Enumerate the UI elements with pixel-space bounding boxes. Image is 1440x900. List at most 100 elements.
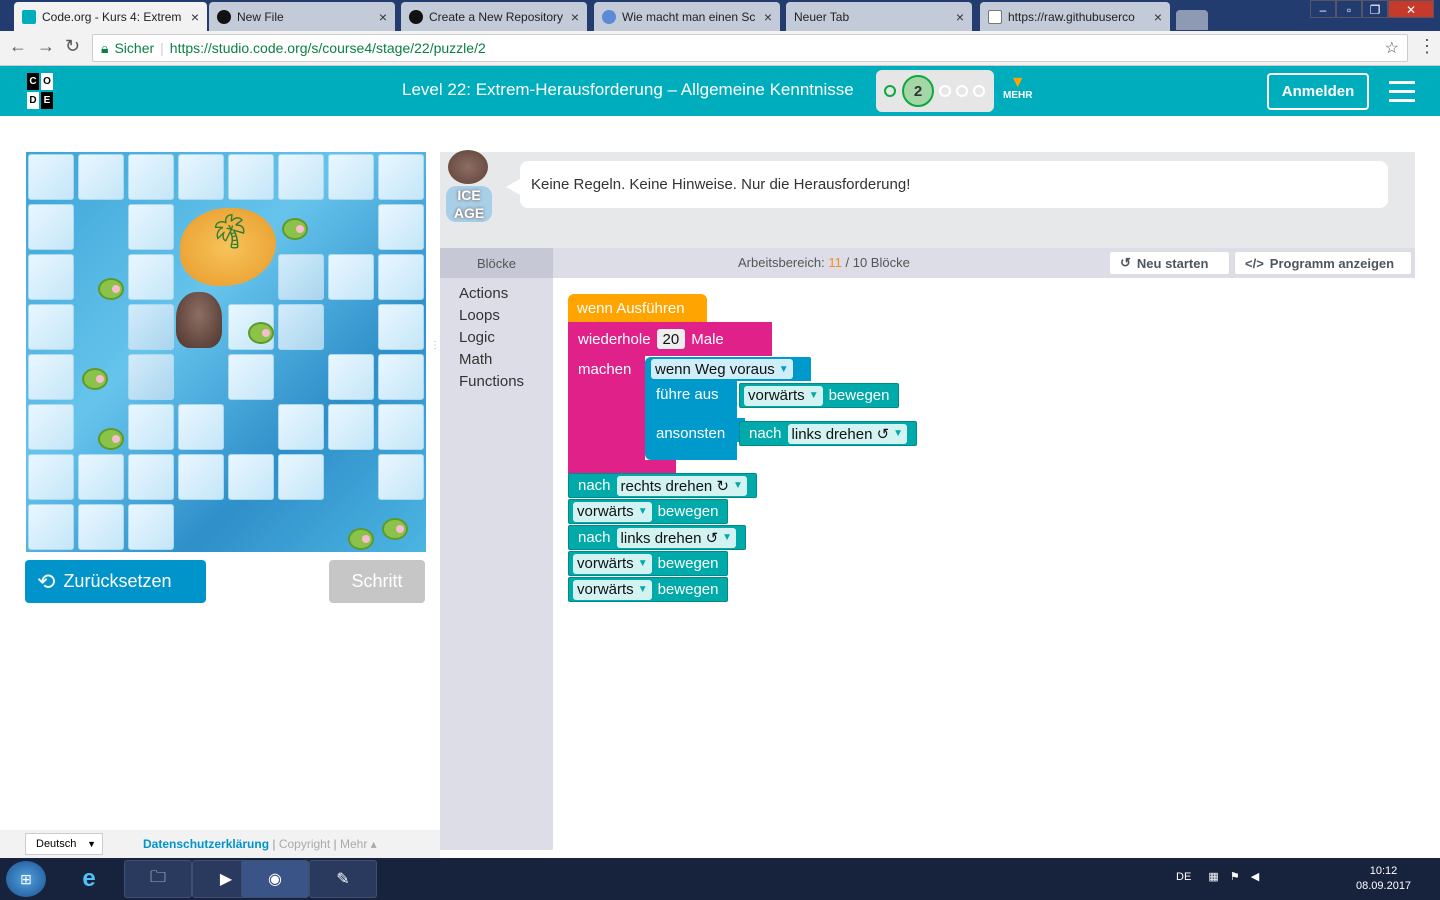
menu-dots-icon[interactable]: ⋮ [1418, 36, 1436, 57]
caret-down-icon: ▼ [637, 584, 648, 595]
language-select[interactable]: Deutsch ▼ [25, 833, 103, 855]
blockly-workspace[interactable]: wenn Ausführen wiederhole 20 Male machen… [553, 278, 1415, 850]
ice-tile [78, 154, 124, 200]
forward-icon[interactable]: → [37, 36, 55, 57]
more-toggle[interactable]: ▼ MEHR [1003, 75, 1032, 102]
lily-pad [98, 428, 124, 450]
ice-tile [78, 504, 124, 550]
repeat-do-label: machen [578, 360, 632, 378]
resize-handle[interactable]: ⋮ [430, 340, 440, 351]
caret-down-icon: ▼ [778, 363, 789, 375]
close-tab-icon[interactable]: × [379, 9, 387, 25]
ice-tile [128, 404, 174, 450]
ice-age-character: ICE AGE [442, 142, 492, 238]
toolbox-category-actions[interactable]: Actions [459, 285, 508, 302]
more-link[interactable]: Mehr ▴ [340, 837, 377, 851]
internet-explorer-icon[interactable]: e [56, 860, 122, 898]
workspace-header: Blöcke Arbeitsbereich: 11 / 10 Blöcke ↺ … [440, 248, 1415, 278]
show-code-button[interactable]: </> Programm anzeigen [1234, 251, 1412, 275]
puzzle-progress: 2 [876, 70, 994, 112]
instructions-panel: ICE AGE Keine Regeln. Keine Hinweise. Nu… [440, 150, 1415, 248]
tab-code-org[interactable]: Code.org - Kurs 4: Extrem × [14, 2, 207, 31]
progress-dot-5[interactable] [973, 85, 985, 97]
restore-icon[interactable]: ❐ [1362, 0, 1388, 18]
progress-current[interactable]: 2 [902, 75, 934, 107]
file-explorer-icon[interactable]: 🗀 [124, 860, 192, 898]
toolbox-category-functions[interactable]: Functions [459, 373, 524, 390]
close-tab-icon[interactable]: × [191, 9, 199, 25]
close-tab-icon[interactable]: × [956, 9, 964, 25]
progress-dot-4[interactable] [956, 85, 968, 97]
caret-down-icon: ▼ [637, 558, 648, 569]
user-icon[interactable]: ▫ [1336, 0, 1362, 18]
address-bar[interactable]: 🔒︎ Sicher | https://studio.code.org/s/co… [92, 34, 1408, 62]
new-tab-button[interactable] [1176, 10, 1208, 30]
ice-tile [378, 254, 424, 300]
ice-tile [28, 404, 74, 450]
direction-dropdown[interactable]: vorwärts ▼ [573, 579, 652, 600]
clock[interactable]: 10:12 08.09.2017 [1356, 864, 1411, 894]
turn-dropdown[interactable]: rechts drehen ↻ ▼ [616, 475, 747, 496]
toolbox-category-logic[interactable]: Logic [459, 329, 495, 346]
start-button-icon[interactable]: ⊞ [6, 861, 46, 897]
direction-dropdown[interactable]: vorwärts ▼ [573, 501, 652, 522]
step-button[interactable]: Schritt [329, 560, 425, 603]
level-title: Level 22: Extrem-Herausforderung – Allge… [402, 80, 854, 99]
toolbox-category-loops[interactable]: Loops [459, 307, 500, 324]
move-forward-block[interactable]: vorwärts ▼ bewegen [568, 551, 729, 576]
signin-button[interactable]: Anmelden [1267, 73, 1369, 110]
restart-button[interactable]: ↺ Neu starten [1109, 251, 1230, 275]
repeat-count-field[interactable]: 20 [656, 329, 686, 349]
ice-age-logo: ICE AGE [446, 186, 492, 222]
turn-left-block[interactable]: nach links drehen ↺ ▼ [739, 421, 918, 446]
cracked-ice-tile [128, 304, 174, 350]
turn-right-block[interactable]: nach rechts drehen ↻ ▼ [568, 473, 757, 498]
tab-neuer-tab[interactable]: Neuer Tab × [786, 2, 972, 31]
close-tab-icon[interactable]: × [571, 9, 579, 25]
close-tab-icon[interactable]: × [1154, 9, 1162, 25]
ice-tile [28, 204, 74, 250]
tab-raw-github[interactable]: https://raw.githubuserco × [980, 2, 1170, 31]
lily-pad [282, 218, 308, 240]
close-window-icon[interactable]: ✕ [1388, 0, 1434, 18]
bookmark-star-icon[interactable]: ☆ [1385, 38, 1399, 58]
direction-dropdown[interactable]: vorwärts ▼ [573, 553, 652, 574]
network-icon[interactable]: ▦ [1208, 871, 1218, 883]
reload-icon[interactable]: ↻ [65, 36, 80, 57]
tab-wie-macht-man[interactable]: Wie macht man einen Sc × [594, 2, 780, 31]
privacy-link[interactable]: Datenschutzerklärung [143, 837, 269, 851]
hamburger-menu-icon[interactable] [1389, 81, 1415, 108]
reset-button[interactable]: ⟲ Zurücksetzen [25, 560, 206, 603]
when-run-block[interactable]: wenn Ausführen [568, 294, 707, 322]
back-icon[interactable]: ← [9, 36, 27, 57]
move-forward-block[interactable]: vorwärts ▼ bewegen [568, 577, 729, 602]
ice-tile [228, 354, 274, 400]
ice-tile [128, 204, 174, 250]
toolbox-category-math[interactable]: Math [459, 351, 492, 368]
cracked-ice-tile [278, 304, 324, 350]
direction-dropdown[interactable]: vorwärts ▼ [744, 385, 823, 406]
tab-create-repo[interactable]: Create a New Repository × [401, 2, 587, 31]
ice-tile [228, 454, 274, 500]
move-forward-block[interactable]: vorwärts ▼ bewegen [739, 383, 900, 408]
code-org-logo[interactable]: C O D E [26, 72, 68, 110]
turn-left-block[interactable]: nach links drehen ↺ ▼ [568, 525, 747, 550]
volume-icon[interactable]: ◀ [1251, 871, 1259, 883]
progress-dot-1[interactable] [884, 85, 896, 97]
minimize-icon[interactable]: – [1310, 0, 1336, 18]
move-forward-block[interactable]: vorwärts ▼ bewegen [568, 499, 729, 524]
if-condition-dropdown[interactable]: wenn Weg voraus ▼ [651, 359, 793, 379]
turn-dropdown[interactable]: links drehen ↺ ▼ [787, 423, 908, 444]
ice-tile [178, 404, 224, 450]
keyboard-language[interactable]: DE [1176, 871, 1191, 883]
close-tab-icon[interactable]: × [764, 9, 772, 25]
tab-new-file[interactable]: New File × [209, 2, 395, 31]
toolbox: Actions Loops Logic Math Functions ⋮ [430, 278, 553, 850]
progress-dot-3[interactable] [939, 85, 951, 97]
copyright-link[interactable]: Copyright [279, 837, 330, 851]
palm-tree-icon: 🌴︎ [208, 213, 252, 251]
chrome-icon[interactable]: ◉ [241, 860, 309, 898]
turn-dropdown[interactable]: links drehen ↺ ▼ [616, 527, 737, 548]
flag-icon[interactable]: ⚑ [1230, 871, 1240, 883]
notepad-icon[interactable]: ✎ [309, 860, 377, 898]
